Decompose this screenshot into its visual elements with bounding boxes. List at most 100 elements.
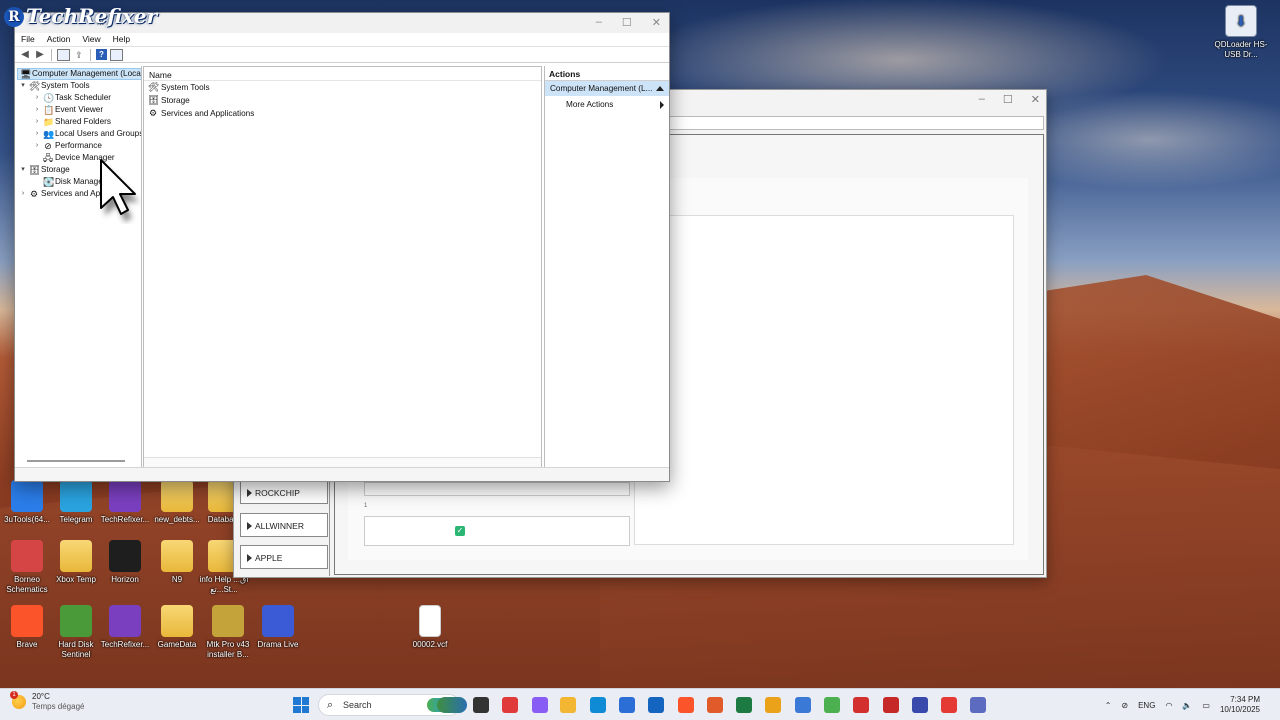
brand-button-apple[interactable]: APPLE (240, 545, 328, 569)
tree-node[interactable]: › 📋 Event Viewer (33, 104, 103, 116)
checked-checkbox-icon[interactable]: ✓ (455, 526, 465, 536)
desktop-icon[interactable]: TechRefixer... (98, 605, 152, 650)
back-arrow-icon[interactable]: ◀ (19, 49, 31, 61)
chevron-right-icon[interactable]: › (33, 140, 41, 152)
option-row[interactable] (364, 516, 630, 546)
close-icon[interactable]: ✕ (1031, 93, 1040, 106)
gear-tool-icon[interactable] (912, 697, 928, 713)
minimize-icon[interactable]: – (596, 16, 602, 29)
option-field[interactable] (364, 482, 630, 496)
desktop-icon[interactable]: GameData (150, 605, 204, 650)
desktop-icon-qdloader[interactable]: ⬇ QDLoader HS-USB Dr... (1214, 5, 1268, 60)
start-button[interactable] (293, 697, 309, 713)
menu-action[interactable]: Action (47, 33, 71, 46)
desktop-icon[interactable]: N9 (150, 540, 204, 585)
chevron-right-icon[interactable]: › (33, 128, 41, 140)
maximize-icon[interactable]: ☐ (622, 16, 632, 29)
path-field[interactable] (669, 116, 1044, 130)
excel-icon[interactable] (736, 697, 752, 713)
up-level-icon[interactable]: ⇪ (73, 49, 85, 61)
outlook-icon[interactable] (648, 697, 664, 713)
list-item[interactable]: 🛠 System Tools (144, 81, 541, 94)
chevron-down-icon[interactable]: ▾ (19, 80, 27, 92)
tree-node[interactable]: 💽 Disk Manage (33, 176, 103, 188)
storage-icon: 🗄 (148, 95, 160, 105)
tree-node[interactable]: 🖥 Computer Management (Local (17, 68, 141, 80)
chrome-icon[interactable] (765, 697, 781, 713)
tree-node[interactable]: › 🕓 Task Scheduler (33, 92, 111, 104)
network-tool-icon[interactable] (970, 697, 986, 713)
desktop-icon[interactable]: Brave (0, 605, 54, 650)
file-explorer-icon[interactable] (437, 697, 467, 713)
language-indicator[interactable]: ENG (1138, 701, 1155, 710)
chevron-up-icon[interactable]: ⌃ (1105, 701, 1112, 710)
tree-scrollbar[interactable] (27, 460, 125, 462)
results-scrollbar[interactable] (144, 457, 541, 467)
desktop-icon[interactable]: Borneo Schematics (0, 540, 54, 595)
maps-icon[interactable] (795, 697, 811, 713)
app-icon (109, 480, 141, 512)
action-more-actions[interactable]: More Actions (545, 96, 669, 111)
chevron-right-icon[interactable]: › (19, 188, 27, 200)
clock[interactable]: 7:34 PM 10/10/2025 (1220, 695, 1260, 715)
desktop-icon[interactable]: Mtk Pro v43 installer B... (201, 605, 255, 660)
list-item[interactable]: ⚙ Services and Applications (144, 107, 541, 120)
tree-node[interactable]: ▾ 🛠 System Tools (19, 80, 89, 92)
desktop-icon[interactable]: Drama Live (251, 605, 305, 650)
tree-node[interactable]: › 📁 Shared Folders (33, 116, 111, 128)
desktop-icon[interactable]: TechRefixer... (98, 480, 152, 525)
brand-button-allwinner[interactable]: ALLWINNER (240, 513, 328, 537)
show-hide-action-pane-icon[interactable] (110, 48, 123, 61)
close-icon[interactable]: ✕ (652, 16, 661, 29)
minimize-icon[interactable]: – (979, 93, 985, 106)
folder-icon[interactable] (560, 697, 576, 713)
volume-icon[interactable]: 🔈 (1182, 701, 1192, 710)
show-hide-tree-icon[interactable] (57, 48, 70, 61)
weather-widget[interactable]: 1 20°C Temps dégagé (10, 691, 84, 712)
battery-icon[interactable]: ▭ (1202, 701, 1210, 710)
tool-icon[interactable] (707, 697, 723, 713)
chevron-right-icon[interactable]: › (33, 92, 41, 104)
list-item[interactable]: 🗄 Storage (144, 94, 541, 107)
app-c-icon[interactable] (941, 697, 957, 713)
unlock-tool-icon[interactable] (883, 697, 899, 713)
menu-file[interactable]: File (21, 33, 35, 46)
computer-management-window[interactable]: nt – ☐ ✕ File Action View Help ◀ ▶ ⇪ ? 🖥… (14, 12, 670, 482)
copilot-icon[interactable] (532, 697, 548, 713)
desktop-icon[interactable]: 3uTools(64... (0, 480, 54, 525)
store-icon[interactable] (619, 697, 635, 713)
app-icon (11, 605, 43, 637)
acrobat-icon[interactable] (853, 697, 869, 713)
chevron-right-icon[interactable]: › (33, 116, 41, 128)
desktop-icon[interactable]: Telegram (49, 480, 103, 525)
media-player-icon[interactable] (502, 697, 518, 713)
menu-help[interactable]: Help (113, 33, 130, 46)
wifi-icon[interactable]: ◠ (1165, 701, 1172, 710)
desktop-icon[interactable]: Xbox Temp (49, 540, 103, 585)
search-icon: ⌕ (327, 699, 334, 711)
forward-arrow-icon[interactable]: ▶ (34, 49, 46, 61)
desktop-icon[interactable]: 00002.vcf (403, 605, 457, 650)
desktop-icon[interactable]: Horizon (98, 540, 152, 585)
tree-node[interactable]: › ⚙ Services and App (19, 188, 105, 200)
desktop-icon[interactable]: new_debts... (150, 480, 204, 525)
help-icon[interactable]: ? (96, 49, 107, 60)
tree-node[interactable]: › ⊘ Performance (33, 140, 102, 152)
utorrent-icon[interactable] (824, 697, 840, 713)
brand-button-rockchip[interactable]: ROCKCHIP (240, 480, 328, 504)
actions-group-computer-management[interactable]: Computer Management (L... (545, 81, 669, 96)
name-column-header[interactable]: Name (144, 67, 541, 81)
sun-icon: 1 (10, 691, 26, 709)
edge-icon[interactable] (590, 697, 606, 713)
terminal-icon[interactable] (473, 697, 489, 713)
desktop-icon[interactable]: Hard Disk Sentinel (49, 605, 103, 660)
folder-icon (161, 605, 193, 637)
chevron-down-icon[interactable]: ▾ (19, 164, 27, 176)
network-off-icon[interactable]: ⊘ (1121, 701, 1128, 710)
chevron-right-icon[interactable]: › (33, 104, 41, 116)
menu-view[interactable]: View (82, 33, 100, 46)
brave-icon[interactable] (678, 697, 694, 713)
tree-node[interactable]: › 👥 Local Users and Groups (33, 128, 141, 140)
maximize-icon[interactable]: ☐ (1003, 93, 1013, 106)
tree-node[interactable]: ▾ 🗄 Storage (19, 164, 69, 176)
